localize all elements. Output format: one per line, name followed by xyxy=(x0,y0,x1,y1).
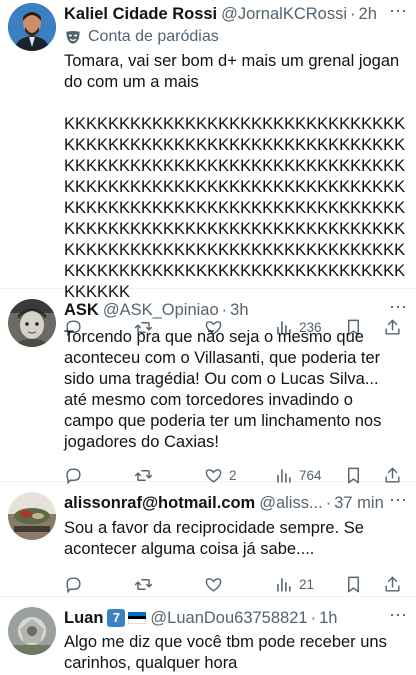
avatar-column xyxy=(8,607,64,675)
display-name[interactable]: Luan xyxy=(64,607,103,629)
share-icon xyxy=(385,576,400,592)
user-handle[interactable]: @JornalKCRossi xyxy=(221,3,347,25)
parody-mask-icon xyxy=(66,31,80,44)
timestamp[interactable]: 37 min xyxy=(334,492,384,514)
more-icon[interactable]: ⋯ xyxy=(389,606,408,624)
views-button[interactable]: 21 xyxy=(274,575,330,594)
heart-icon xyxy=(205,577,222,592)
keycap-seven-badge: 7 xyxy=(107,609,126,627)
tweet-text: Algo me diz que você tbm pode receber un… xyxy=(64,633,392,672)
avatar-column xyxy=(8,3,64,288)
retweet-icon xyxy=(134,578,153,590)
tweet-1[interactable]: Kaliel Cidade Rossi @JornalKCRossi · 2h … xyxy=(0,0,416,336)
separator-dot: · xyxy=(350,5,356,23)
parody-text: Conta de paródias xyxy=(88,28,219,45)
tweet-header: ASK @ASK_Opiniao · 3h xyxy=(64,299,406,321)
user-handle[interactable]: @LuanDou63758821 xyxy=(150,607,307,629)
tweet-2[interactable]: ASK @ASK_Opiniao · 3h Torcendo pra que n… xyxy=(0,289,416,484)
views-icon xyxy=(277,577,291,592)
avatar[interactable] xyxy=(8,299,56,347)
separator-dot: · xyxy=(221,301,228,319)
tweet-header: alissonraf@hotmail.com @aliss... · 37 mi… xyxy=(64,492,406,514)
tweet-text: Torcendo pra que não seja o mesmo que ac… xyxy=(64,328,386,451)
tweet-text: Tomara, vai ser bom d+ mais um grenal jo… xyxy=(64,52,406,301)
reply-button[interactable] xyxy=(64,575,120,594)
display-name[interactable]: alissonraf@hotmail.com xyxy=(64,492,255,514)
view-count: 21 xyxy=(299,576,315,592)
display-name[interactable]: Kaliel Cidade Rossi xyxy=(64,3,217,25)
more-icon[interactable]: ⋯ xyxy=(389,2,408,20)
timeline-feed: Kaliel Cidade Rossi @JornalKCRossi · 2h … xyxy=(0,0,416,675)
parody-label: Conta de paródias xyxy=(64,27,406,47)
avatar[interactable] xyxy=(8,492,56,540)
tweet-3[interactable]: alissonraf@hotmail.com @aliss... · 37 mi… xyxy=(0,482,416,597)
more-icon[interactable]: ⋯ xyxy=(389,491,408,509)
avatar-column xyxy=(8,299,64,481)
tweet-4[interactable]: Luan 7 @LuanDou63758821 · 1h Algo me diz… xyxy=(0,597,416,675)
bookmark-icon xyxy=(348,576,359,592)
user-handle[interactable]: @aliss... xyxy=(259,492,323,514)
reply-icon xyxy=(66,576,81,593)
right-actions xyxy=(344,575,402,594)
user-handle[interactable]: @ASK_Opiniao xyxy=(103,299,219,321)
timestamp[interactable]: 1h xyxy=(319,607,337,629)
tweet-text: Sou a favor da reciprocidade sempre. Se … xyxy=(64,519,369,558)
avatar[interactable] xyxy=(8,607,56,655)
separator-dot: · xyxy=(310,609,317,627)
avatar[interactable] xyxy=(8,3,56,51)
avatar-column xyxy=(8,492,64,596)
timestamp[interactable]: 3h xyxy=(230,299,248,321)
like-button[interactable] xyxy=(204,575,260,594)
timestamp[interactable]: 2h xyxy=(359,3,377,25)
separator-dot: · xyxy=(325,494,332,512)
bookmark-button[interactable] xyxy=(344,575,363,594)
estonia-flag-icon xyxy=(128,612,147,625)
display-name[interactable]: ASK xyxy=(64,299,99,321)
share-button[interactable] xyxy=(383,575,402,594)
retweet-button[interactable] xyxy=(134,575,190,594)
view-count: 764 xyxy=(299,467,322,483)
tweet-header: Luan 7 @LuanDou63758821 · 1h xyxy=(64,607,406,629)
like-count: 2 xyxy=(229,467,237,483)
more-icon[interactable]: ⋯ xyxy=(389,298,408,316)
tweet-header: Kaliel Cidade Rossi @JornalKCRossi · 2h xyxy=(64,3,406,25)
